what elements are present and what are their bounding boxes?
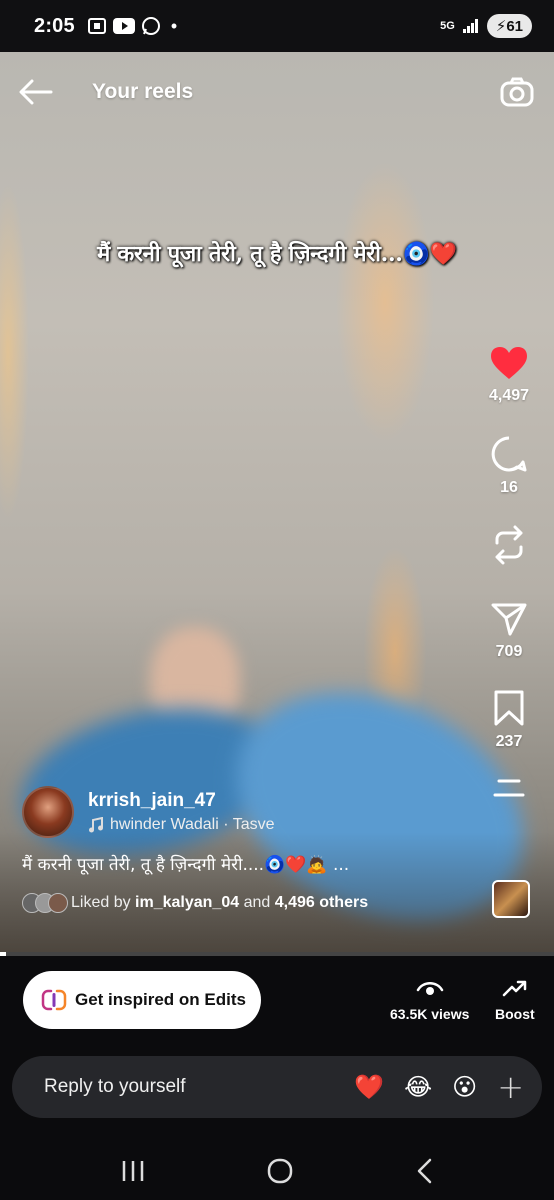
boost-button[interactable]: Boost [495, 978, 535, 1022]
camera-button[interactable] [498, 73, 536, 111]
back-button[interactable] [18, 74, 54, 110]
audio-attribution[interactable]: hwinder Wadali · Tasve [88, 816, 275, 834]
page-title: Your reels [92, 80, 194, 103]
youtube-icon [112, 18, 135, 34]
recent-apps-icon[interactable] [120, 1159, 146, 1183]
signal-icon [462, 19, 478, 33]
like-action[interactable]: 4,497 [489, 345, 529, 405]
share-count: 709 [495, 643, 523, 660]
avatar[interactable] [22, 786, 74, 838]
camera-icon [500, 77, 534, 107]
action-rail: 4,497 16 709 237 [478, 345, 540, 801]
reaction-laugh[interactable]: 😂 [404, 1073, 432, 1101]
comment-icon [491, 436, 527, 472]
reply-input[interactable]: Reply to yourself ❤️ 😂 😮 + [12, 1056, 542, 1118]
back-nav-icon[interactable] [414, 1157, 434, 1185]
repost-icon [495, 525, 523, 565]
views-label: 63.5K views [390, 1006, 470, 1022]
heart-icon [490, 347, 527, 379]
share-action[interactable]: 709 [490, 601, 528, 661]
remix-action[interactable] [491, 525, 527, 565]
screenshot-icon [87, 18, 106, 34]
caption[interactable]: मैं करनी पूजा तेरी, तू है ज़िन्दगी मेरी.… [22, 852, 482, 875]
trend-up-icon [502, 980, 527, 997]
liked-by-user[interactable]: im_kalyan_04 [135, 894, 239, 912]
back-arrow-icon [19, 79, 53, 105]
status-notification-icons: • [87, 16, 177, 37]
add-reaction-button[interactable]: + [497, 1068, 524, 1106]
bookmark-icon [494, 690, 524, 726]
battery-indicator: ⚡61 [486, 14, 532, 38]
video-overlay-text: मैं करनी पूजा तेरी, तू है ज़िन्दगी मेरी.… [97, 241, 457, 267]
status-bar: 2:05 • 5G ⚡61 [0, 0, 554, 52]
top-bar: Your reels [0, 62, 554, 122]
music-note-icon [89, 817, 103, 833]
views-stat[interactable]: 63.5K views [390, 978, 469, 1022]
send-icon [491, 603, 527, 636]
battery-level: 61 [506, 18, 523, 35]
whatsapp-icon [141, 17, 160, 35]
like-count: 4,497 [488, 387, 530, 404]
edits-logo-icon [41, 989, 67, 1011]
quick-reactions: ❤️ 😂 😮 + [354, 1068, 524, 1106]
liked-by-others[interactable]: 4,496 others [275, 894, 368, 912]
reaction-wow[interactable]: 😮 [452, 1073, 477, 1101]
mini-avatar [48, 893, 68, 913]
user-row: krrish_jain_47 hwinder Wadali · Tasve [22, 786, 482, 838]
audio-thumbnail[interactable] [492, 880, 530, 918]
more-options-button[interactable] [493, 777, 525, 801]
eye-icon [416, 982, 443, 995]
network-label: 5G [440, 19, 455, 32]
comment-action[interactable]: 16 [490, 435, 528, 497]
system-nav-bar [0, 1142, 554, 1200]
liked-by-row[interactable]: Liked by im_kalyan_04 and 4,496 others [22, 893, 482, 913]
edits-button-label: Get inspired on Edits [75, 990, 246, 1009]
username[interactable]: krrish_jain_47 [88, 790, 275, 812]
status-time: 2:05 [34, 14, 75, 37]
save-count: 237 [495, 733, 523, 750]
dot-icon: • [170, 15, 178, 36]
reply-placeholder: Reply to yourself [44, 1076, 186, 1097]
save-action[interactable]: 237 [493, 689, 525, 751]
liked-by-avatars [22, 893, 68, 913]
liked-by-prefix: Liked by [71, 894, 136, 911]
bottom-panel: Get inspired on Edits 63.5K views Boost … [0, 956, 554, 1200]
reaction-heart[interactable]: ❤️ [354, 1073, 384, 1101]
boost-label: Boost [495, 1006, 535, 1022]
comment-count: 16 [500, 479, 518, 496]
more-menu-icon [493, 779, 525, 797]
audio-label: hwinder Wadali · Tasve [110, 816, 275, 833]
edits-button[interactable]: Get inspired on Edits [23, 971, 261, 1029]
post-info: krrish_jain_47 hwinder Wadali · Tasve मै… [22, 786, 482, 913]
liked-by-mid: and [239, 894, 275, 911]
home-icon[interactable] [266, 1157, 294, 1185]
